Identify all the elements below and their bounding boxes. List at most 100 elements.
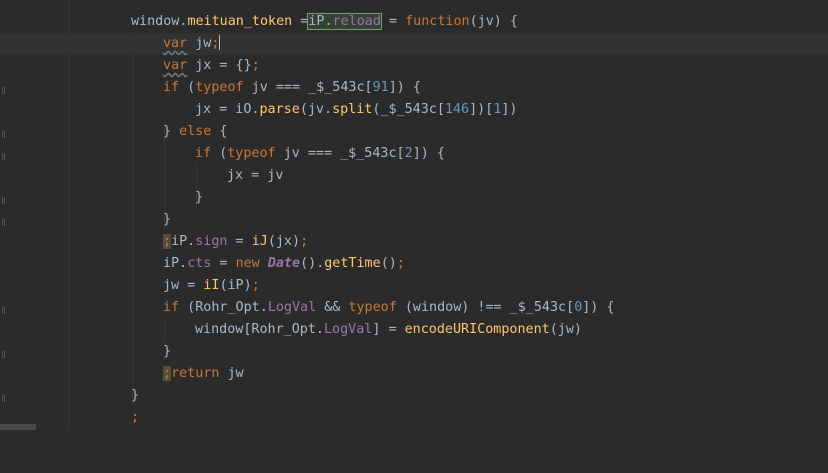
code-line[interactable]: ;return jw: [0, 363, 828, 385]
code-line[interactable]: iP.cts = new Date().getTime();: [0, 253, 828, 275]
token: reload: [332, 14, 381, 29]
token: (jw): [549, 322, 582, 337]
token: jx = {}: [187, 58, 252, 73]
token: }: [131, 388, 140, 403]
token: ] =: [372, 322, 405, 337]
token: }: [163, 344, 172, 359]
token: sign: [195, 234, 228, 249]
token: =: [227, 234, 252, 249]
token: return: [171, 366, 220, 381]
code-line[interactable]: var jx = {};: [0, 55, 828, 77]
token: else: [179, 124, 212, 139]
token: (jx): [267, 234, 301, 249]
token: meituan_token: [187, 14, 293, 29]
token: iI: [203, 278, 220, 293]
code-line[interactable]: window[Rohr_Opt.LogVal] = encodeURICompo…: [0, 319, 828, 341]
token: 146: [444, 102, 470, 117]
token: ]) {: [582, 300, 615, 315]
code-line[interactable]: ;iP.sign = iJ(jx);: [0, 231, 828, 253]
token: Date: [267, 256, 301, 271]
code-line[interactable]: ;: [0, 407, 828, 429]
token: window.: [131, 14, 188, 29]
token: jw =: [163, 278, 204, 293]
token: =: [211, 256, 236, 271]
token: ]) {: [412, 146, 445, 161]
token: var: [163, 58, 188, 73]
token: }: [195, 190, 204, 205]
token: parse: [259, 102, 300, 117]
token: if: [163, 80, 180, 95]
token: jx = jv: [227, 168, 284, 183]
token: (jv.: [299, 102, 333, 117]
token: (: [211, 146, 228, 161]
token: encodeURIComponent: [404, 322, 550, 337]
token: function: [405, 14, 470, 29]
token: ;: [163, 234, 172, 249]
token: ])[: [469, 102, 494, 117]
token: iP.: [163, 256, 188, 271]
token: (): [380, 256, 397, 271]
token: ;: [300, 234, 309, 249]
token: (window) !== _$_543c[: [396, 300, 575, 315]
search-match-highlight: iP.reload: [307, 13, 382, 30]
token: iJ: [251, 234, 268, 249]
token: split: [332, 102, 373, 117]
token: typeof: [195, 80, 244, 95]
token: var: [163, 36, 188, 51]
token: =: [380, 14, 406, 29]
token: jw: [187, 36, 212, 51]
token: getTime: [324, 256, 381, 271]
token: ]) {: [388, 80, 421, 95]
token: LogVal: [324, 322, 373, 337]
code-line[interactable]: jw = iI(iP);: [0, 275, 828, 297]
token: typeof: [227, 146, 276, 161]
token: }: [163, 212, 172, 227]
code-line[interactable]: } else {: [0, 121, 828, 143]
token: &&: [316, 300, 349, 315]
token: window[Rohr_Opt.: [195, 322, 324, 337]
code-line[interactable]: window.meituan_token =iP.reload = functi…: [0, 11, 828, 33]
token: iP.: [171, 234, 196, 249]
token: ]): [501, 102, 518, 117]
token: }: [163, 124, 180, 139]
token: typeof: [348, 300, 397, 315]
token: ;: [396, 256, 405, 271]
token: jv === _$_543c[: [275, 146, 405, 161]
code-line[interactable]: }: [0, 187, 828, 209]
code-line[interactable]: }: [0, 209, 828, 231]
token: cts: [187, 256, 212, 271]
token: LogVal: [267, 300, 317, 315]
token: if: [163, 300, 180, 315]
token: ;: [131, 410, 140, 425]
code-line[interactable]: }: [0, 341, 828, 363]
token: (_$_543c[: [372, 102, 445, 117]
code-editor[interactable]: window.meituan_token =iP.reload = functi…: [0, 0, 828, 430]
token: jv === _$_543c[: [243, 80, 373, 95]
token: ().: [300, 256, 325, 271]
code-line[interactable]: if (typeof jv === _$_543c[2]) {: [0, 143, 828, 165]
token: new: [235, 256, 268, 271]
token: jw: [219, 366, 244, 381]
token: 91: [372, 80, 389, 95]
token: 2: [404, 146, 413, 161]
code-line[interactable]: }: [0, 385, 828, 407]
token: (Rohr_Opt.: [179, 300, 268, 315]
code-line-current[interactable]: var jw;: [0, 33, 828, 55]
code-line[interactable]: if (typeof jv === _$_543c[91]) {: [0, 77, 828, 99]
code-line[interactable]: if (Rohr_Opt.LogVal && typeof (window) !…: [0, 297, 828, 319]
token: (: [179, 80, 196, 95]
token: {: [211, 124, 228, 139]
token: ;: [251, 58, 260, 73]
token: (jv) {: [469, 14, 518, 29]
token: (iP): [219, 278, 252, 293]
text-caret: [219, 35, 221, 50]
token: ;: [163, 366, 172, 381]
token: iP.: [308, 14, 333, 29]
token: if: [195, 146, 212, 161]
code-line[interactable]: jx = jv: [0, 165, 828, 187]
token: jx = iO.: [195, 102, 260, 117]
token: ;: [251, 278, 260, 293]
token: ;: [211, 36, 220, 51]
token: =: [292, 14, 309, 29]
code-line[interactable]: jx = iO.parse(jv.split(_$_543c[146])[1]): [0, 99, 828, 121]
